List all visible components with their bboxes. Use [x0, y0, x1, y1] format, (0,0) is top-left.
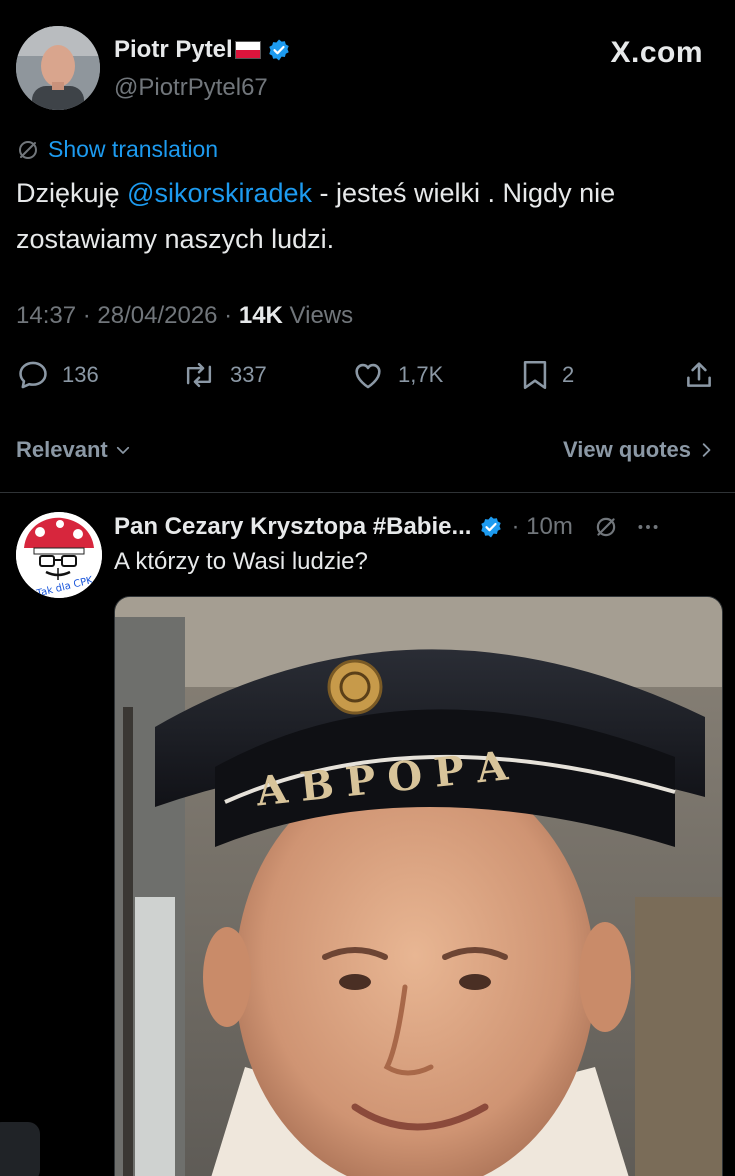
reply-photo[interactable]: АВРОРА — [114, 596, 723, 1176]
share-icon — [687, 362, 711, 387]
poland-flag-icon — [234, 41, 261, 59]
repost-button[interactable]: 337 — [180, 358, 267, 392]
bookmark-button[interactable]: 2 — [520, 358, 574, 392]
author-name[interactable]: Piotr Pytel — [114, 36, 291, 64]
mention-link[interactable]: @sikorskiradek — [127, 178, 312, 208]
reply-avatar[interactable]: Tak dla CPK — [16, 512, 102, 598]
reply-icon — [19, 361, 47, 389]
reply-author-name[interactable]: Pan Cezary Krysztopa #Babie... — [114, 513, 471, 541]
show-translation-link[interactable]: Show translation — [16, 136, 218, 163]
reply-timestamp[interactable]: · 10m — [511, 513, 572, 541]
view-quotes-link[interactable]: View quotes — [563, 437, 715, 463]
reply-button[interactable]: 136 — [16, 358, 99, 392]
verified-badge-icon — [481, 516, 502, 538]
like-button[interactable]: 1,7K — [350, 358, 443, 392]
repost-icon — [186, 362, 212, 388]
like-icon — [355, 363, 381, 389]
x-brand-logo: X.com — [610, 36, 703, 69]
tweet-text: Dziękuję @sikorskiradek - jesteś wielki … — [16, 178, 616, 254]
section-divider — [0, 492, 735, 493]
tweet-detail-page: Piotr Pytel @PiotrPytel67 X.com Show tra… — [0, 0, 735, 1176]
floating-corner-tab[interactable] — [0, 1122, 40, 1176]
author-avatar[interactable] — [16, 26, 100, 110]
tweet-meta: 14:37 · 28/04/2026 · 14K Views — [16, 302, 354, 329]
grok-icon[interactable] — [593, 514, 619, 540]
chevron-right-icon — [702, 443, 711, 457]
bookmark-icon — [523, 360, 547, 390]
translate-icon — [19, 140, 37, 159]
views-count: 14K — [238, 302, 283, 329]
reply-text: A którzy to Wasi ludzie? — [114, 548, 368, 575]
reply-header: Pan Cezary Krysztopa #Babie... · 10m — [114, 510, 724, 544]
tweet-time[interactable]: 14:37 — [16, 302, 76, 329]
more-icon[interactable] — [635, 514, 661, 540]
author-handle[interactable]: @PiotrPytel67 — [114, 74, 268, 102]
views-label: Views — [282, 302, 354, 329]
action-bar: 136 337 1,7K 2 — [16, 358, 721, 402]
verified-badge-icon — [269, 39, 289, 61]
sort-relevant-dropdown[interactable]: Relevant — [16, 437, 132, 463]
chevron-down-icon — [116, 446, 129, 454]
tweet-date[interactable]: 28/04/2026 — [97, 302, 217, 329]
share-button[interactable] — [682, 358, 716, 392]
